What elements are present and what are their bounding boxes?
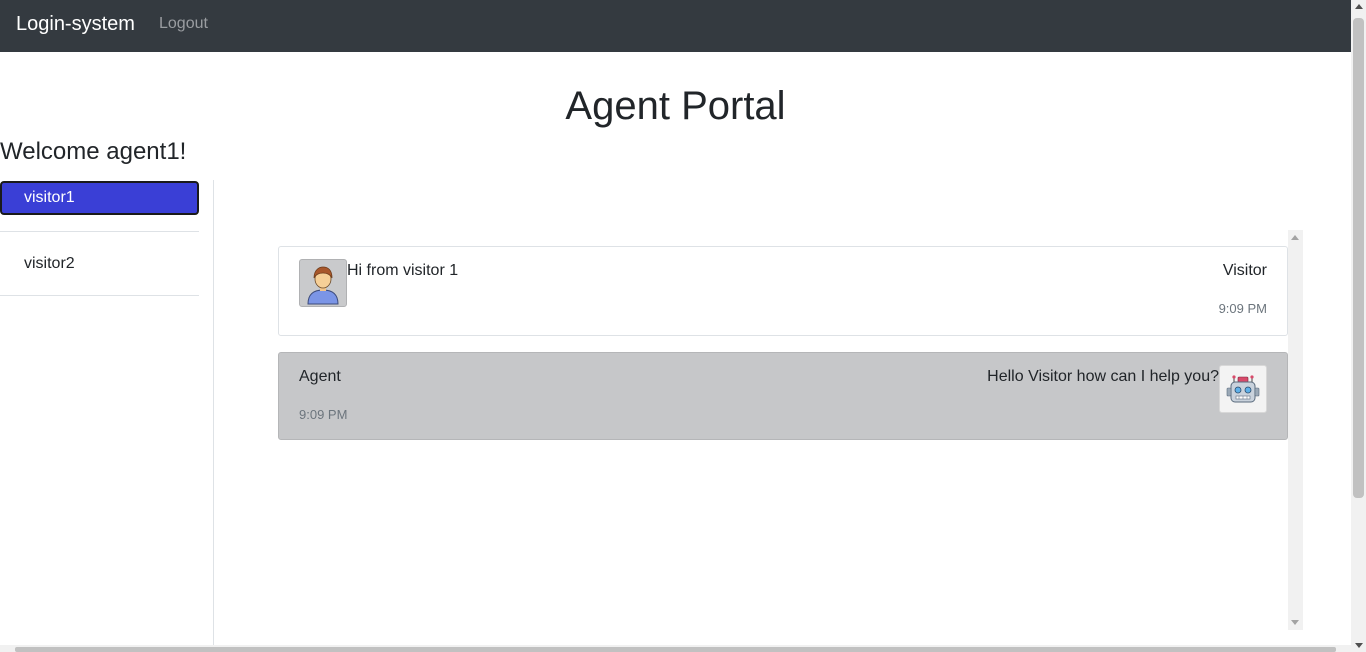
chat-scrollbar[interactable] — [1288, 230, 1303, 630]
logout-link[interactable]: Logout — [159, 14, 208, 34]
message-text: Hi from visitor 1 — [347, 262, 459, 279]
message-text: Hello Visitor how can I help you? — [987, 368, 1219, 385]
message-sender: Visitor — [1222, 262, 1267, 279]
scroll-down-icon[interactable] — [1291, 620, 1299, 625]
chat-message-agent: Agent 9:09 PM Hello Visitor how can I he… — [278, 352, 1288, 440]
user-avatar-icon — [299, 259, 347, 307]
message-time: 9:09 PM — [1218, 301, 1267, 316]
message-sender: Agent — [299, 368, 341, 385]
sidebar-item-label: visitor2 — [24, 255, 75, 272]
navbar-brand[interactable]: Login-system — [16, 12, 135, 36]
scrollbar-thumb[interactable] — [15, 647, 1336, 652]
scroll-down-icon[interactable] — [1355, 643, 1363, 648]
scroll-up-icon[interactable] — [1355, 4, 1363, 9]
sidebar-item-visitor1[interactable]: visitor1 — [0, 181, 199, 215]
top-navbar: Login-system Logout — [0, 0, 1351, 52]
page-title: Agent Portal — [565, 84, 786, 128]
chat-panel: Hi from visitor 1 Visitor 9:09 PM Agent … — [278, 230, 1303, 630]
scrollbar-thumb[interactable] — [1353, 18, 1364, 498]
robot-avatar-icon — [1219, 365, 1267, 413]
sidebar-item-label: visitor1 — [24, 189, 75, 206]
chat-message-visitor: Hi from visitor 1 Visitor 9:09 PM — [278, 246, 1288, 336]
welcome-heading: Welcome agent1! — [0, 138, 187, 165]
message-time: 9:09 PM — [299, 407, 348, 422]
page-vertical-scrollbar[interactable] — [1351, 0, 1366, 652]
scroll-up-icon[interactable] — [1291, 235, 1299, 240]
sidebar-item-visitor2[interactable]: visitor2 — [0, 231, 199, 296]
page-horizontal-scrollbar[interactable] — [0, 645, 1351, 652]
visitor-list-sidebar: visitor1 visitor2 — [0, 180, 214, 652]
